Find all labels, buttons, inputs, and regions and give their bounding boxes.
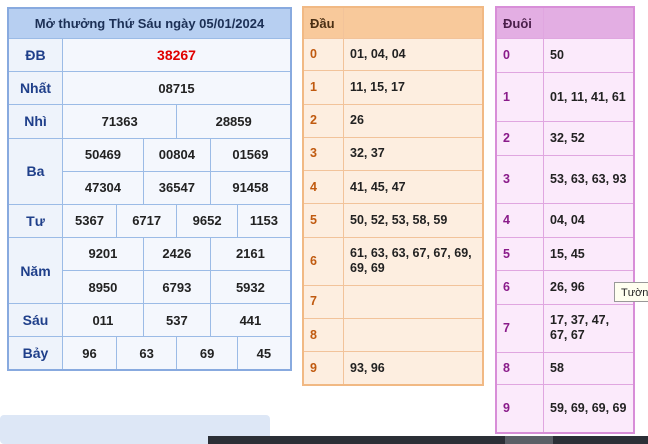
bottom-scrollbar[interactable] <box>208 436 648 444</box>
prize-value-ba: 01569 <box>209 137 292 172</box>
duoi-values: 50 <box>543 38 635 74</box>
prize-value-ba: 91458 <box>209 170 292 205</box>
prize-value-bay: 96 <box>62 336 117 371</box>
dau-header-blank <box>343 6 484 40</box>
prize-value-ba: 50469 <box>62 137 144 172</box>
dau-values: 41, 45, 47 <box>343 170 484 205</box>
duoi-key: 7 <box>495 303 544 353</box>
dau-key: 6 <box>302 236 344 286</box>
dau-key: 1 <box>302 70 344 105</box>
results-table: Mở thưởng Thứ Sáu ngày 05/01/2024 ĐB 382… <box>7 7 292 371</box>
duoi-key: 0 <box>495 38 544 74</box>
prize-value-bay: 69 <box>176 336 238 371</box>
dau-key: 3 <box>302 136 344 172</box>
duoi-key: 9 <box>495 384 544 434</box>
dau-values <box>343 284 484 320</box>
results-title: Mở thưởng Thứ Sáu ngày 05/01/2024 <box>7 7 292 40</box>
duoi-values: 17, 37, 47, 67, 67 <box>543 303 635 353</box>
dau-values: 61, 63, 63, 67, 67, 69, 69, 69 <box>343 236 484 286</box>
prize-value-nam: 8950 <box>62 269 144 305</box>
prize-value-nhi: 28859 <box>176 104 292 139</box>
dau-key: 8 <box>302 318 344 353</box>
prize-value-tu: 6717 <box>115 203 178 238</box>
duoi-values: 58 <box>543 351 635 386</box>
duoi-values: 59, 69, 69, 69 <box>543 384 635 434</box>
duoi-key: 4 <box>495 203 544 239</box>
prize-value-tu: 5367 <box>62 203 117 238</box>
prize-value-bay: 63 <box>115 336 178 371</box>
dau-values <box>343 318 484 353</box>
duoi-key: 5 <box>495 237 544 272</box>
prize-value-nhat: 08715 <box>62 71 292 106</box>
dau-values: 32, 37 <box>343 136 484 172</box>
dau-key: 2 <box>302 103 344 138</box>
prize-label-sau: Sáu <box>7 303 63 338</box>
dau-key: 9 <box>302 351 344 386</box>
prize-value-tu: 1153 <box>236 203 292 238</box>
prize-value-ba: 47304 <box>62 170 144 205</box>
prize-value-sau: 011 <box>62 303 144 338</box>
dau-key: 7 <box>302 284 344 320</box>
scrollbar-thumb[interactable] <box>505 436 553 444</box>
duoi-key: 2 <box>495 120 544 156</box>
prize-label-nhi: Nhì <box>7 104 63 139</box>
prize-label-tu: Tư <box>7 203 63 238</box>
duoi-header: Đuôi <box>495 6 544 40</box>
dau-key: 0 <box>302 38 344 72</box>
dau-values: 50, 52, 53, 58, 59 <box>343 203 484 238</box>
prize-value-ba: 00804 <box>142 137 211 172</box>
duoi-key: 1 <box>495 72 544 122</box>
duoi-key: 3 <box>495 154 544 205</box>
dau-values: 11, 15, 17 <box>343 70 484 105</box>
dau-table: Đầu 0 01, 04, 04 1 11, 15, 17 2 26 3 32, 37 … <box>302 6 484 386</box>
duoi-values: 01, 11, 41, 61 <box>543 72 635 122</box>
duoi-key: 6 <box>495 270 544 305</box>
prize-value-nhi: 71363 <box>61 104 178 139</box>
duoi-values: 53, 63, 63, 93 <box>543 154 635 205</box>
prize-value-sau: 441 <box>209 303 292 338</box>
prize-value-nam: 6793 <box>142 269 211 305</box>
duoi-values: 04, 04 <box>543 203 635 239</box>
prize-value-nam: 2426 <box>142 236 211 272</box>
prize-label-db: ĐB <box>7 38 63 73</box>
prize-value-db: 38267 <box>62 38 292 73</box>
prize-value-ba: 36547 <box>142 170 211 205</box>
dau-key: 5 <box>302 203 344 238</box>
duoi-table: Đuôi 0 50 1 01, 11, 41, 61 2 32, 52 3 53, 63… <box>495 6 635 434</box>
prize-value-nam: 9201 <box>62 236 144 272</box>
prize-label-bay: Bảy <box>7 336 63 371</box>
tooltip: Tườn <box>614 282 648 302</box>
prize-value-nam: 2161 <box>209 236 292 272</box>
dau-values: 93, 96 <box>343 351 484 386</box>
prize-label-nhat: Nhất <box>7 71 63 106</box>
duoi-values: 32, 52 <box>543 120 635 156</box>
dau-header: Đầu <box>302 6 344 40</box>
dau-key: 4 <box>302 170 344 205</box>
prize-value-bay: 45 <box>236 336 292 371</box>
duoi-key: 8 <box>495 351 544 386</box>
dau-values: 01, 04, 04 <box>343 38 484 72</box>
duoi-values: 15, 45 <box>543 237 635 272</box>
dau-values: 26 <box>343 103 484 138</box>
prize-label-nam: Năm <box>7 236 63 305</box>
prize-value-sau: 537 <box>142 303 211 338</box>
prize-label-ba: Ba <box>7 137 63 205</box>
prize-value-tu: 9652 <box>176 203 238 238</box>
prize-value-nam: 5932 <box>209 269 292 305</box>
duoi-header-blank <box>543 6 635 40</box>
